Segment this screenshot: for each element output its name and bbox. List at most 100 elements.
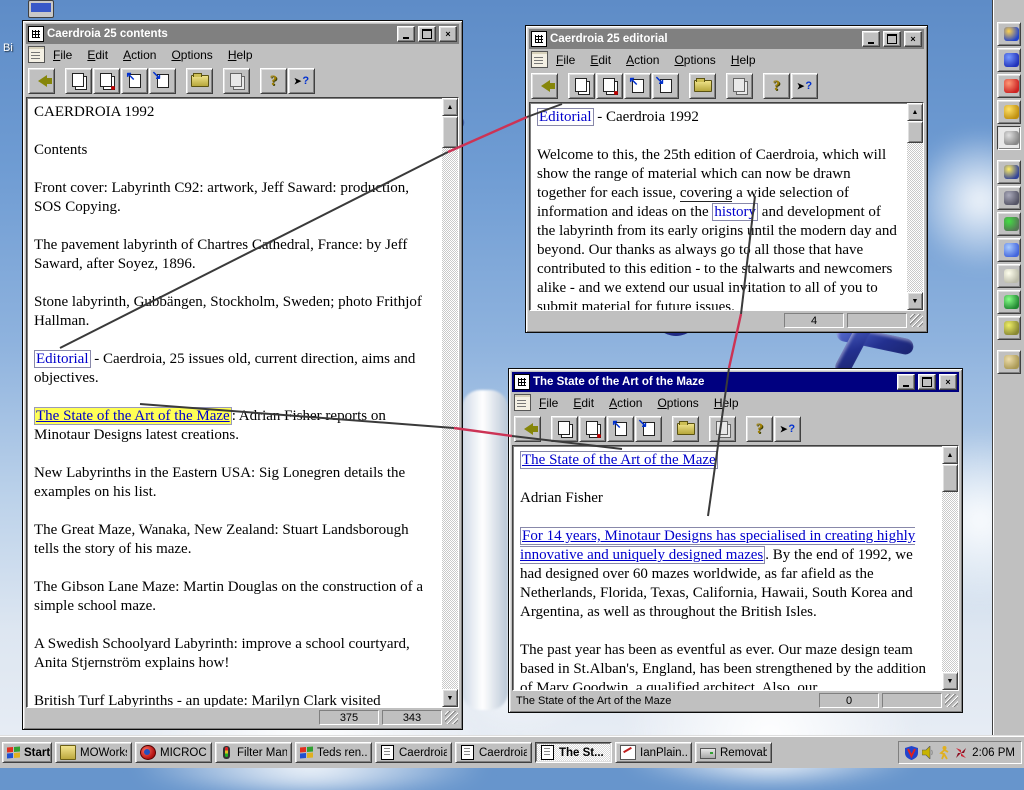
- copy-button[interactable]: [726, 73, 753, 99]
- close-button[interactable]: ×: [904, 31, 922, 47]
- resize-grip[interactable]: [910, 314, 923, 327]
- open-folder-button[interactable]: [186, 68, 213, 94]
- bulb-question-shortcut-button[interactable]: [997, 100, 1021, 124]
- back-button[interactable]: [28, 68, 55, 94]
- history-link[interactable]: history: [712, 203, 759, 221]
- guide-doc-icon[interactable]: [531, 31, 547, 47]
- accessibility-icon[interactable]: [939, 745, 950, 760]
- copy-button[interactable]: [709, 416, 736, 442]
- editorial-link[interactable]: Editorial: [34, 350, 91, 368]
- binoculars-shortcut-button[interactable]: [997, 48, 1021, 72]
- partially-hidden-desktop-icon[interactable]: [28, 0, 54, 20]
- guide-doc-icon[interactable]: [28, 26, 44, 42]
- scroll-down-icon[interactable]: ▼: [442, 689, 458, 707]
- taskbar-button-ianplain[interactable]: IanPlain...: [615, 742, 692, 763]
- link-out-button[interactable]: [149, 68, 176, 94]
- taskbar-button-moworks[interactable]: MOWorks: [55, 742, 132, 763]
- resize-grip[interactable]: [445, 711, 458, 724]
- vertical-scrollbar[interactable]: ▲ ▼: [907, 103, 923, 310]
- minimize-button[interactable]: [397, 26, 415, 42]
- copy-pages-button[interactable]: [568, 73, 595, 99]
- menu-item-action[interactable]: Action: [123, 48, 156, 62]
- menu-item-edit[interactable]: Edit: [573, 396, 594, 410]
- minimize-button[interactable]: [897, 374, 915, 390]
- scrollbar-track[interactable]: [442, 148, 458, 689]
- close-button[interactable]: ×: [939, 374, 957, 390]
- scrollbar-thumb[interactable]: [907, 121, 923, 143]
- pinwheel-icon[interactable]: [954, 746, 968, 760]
- state-of-art-link[interactable]: The State of the Art of the Maze: [34, 407, 232, 425]
- link-in-button[interactable]: [624, 73, 651, 99]
- close-button[interactable]: ×: [439, 26, 457, 42]
- menu-item-file[interactable]: File: [539, 396, 558, 410]
- antivirus-shield-icon[interactable]: [905, 745, 919, 760]
- copy-pages-button[interactable]: [551, 416, 578, 442]
- disk-blue-shortcut-button[interactable]: [997, 160, 1021, 184]
- menu-item-options[interactable]: Options: [674, 53, 715, 67]
- taskbar-button-microc[interactable]: MICROC...: [135, 742, 212, 763]
- context-help-button[interactable]: ?: [791, 73, 818, 99]
- menu-item-options[interactable]: Options: [171, 48, 212, 62]
- help-button[interactable]: ?: [746, 416, 773, 442]
- taskbar-button-removab[interactable]: Removab...: [695, 742, 772, 763]
- state-of-art-link[interactable]: The State of the Art of the Maze: [520, 451, 718, 469]
- document-icon[interactable]: [531, 51, 548, 68]
- menu-item-help[interactable]: Help: [228, 48, 253, 62]
- scrollbar-track[interactable]: [942, 492, 958, 672]
- document-icon[interactable]: [514, 394, 531, 411]
- taskbar-button-the-st[interactable]: The St...: [535, 742, 612, 763]
- guide-doc-icon[interactable]: [514, 374, 530, 390]
- help-button[interactable]: ?: [260, 68, 287, 94]
- vertical-scrollbar[interactable]: ▲ ▼: [442, 98, 458, 707]
- maximize-button[interactable]: [418, 26, 436, 42]
- menu-item-help[interactable]: Help: [731, 53, 756, 67]
- link-in-button[interactable]: [121, 68, 148, 94]
- taskbar-button-teds-ren[interactable]: Teds ren...: [295, 742, 372, 763]
- menu-item-action[interactable]: Action: [626, 53, 659, 67]
- menu-item-options[interactable]: Options: [657, 396, 698, 410]
- context-help-button[interactable]: ?: [288, 68, 315, 94]
- back-button[interactable]: [531, 73, 558, 99]
- menu-item-help[interactable]: Help: [714, 396, 739, 410]
- menu-item-file[interactable]: File: [556, 53, 575, 67]
- back-button[interactable]: [514, 416, 541, 442]
- titlebar[interactable]: Caerdroia 25 editorial ×: [529, 29, 924, 49]
- replace-pages-button[interactable]: [596, 73, 623, 99]
- titlebar[interactable]: Caerdroia 25 contents ×: [26, 24, 459, 44]
- scroll-down-icon[interactable]: ▼: [942, 672, 958, 690]
- taskbar-button-caerdroia[interactable]: Caerdroia...: [375, 742, 452, 763]
- vertical-scrollbar[interactable]: ▲ ▼: [942, 446, 958, 690]
- scrollbar-thumb[interactable]: [942, 464, 958, 492]
- menu-item-edit[interactable]: Edit: [87, 48, 108, 62]
- plug-shortcut-button[interactable]: [997, 126, 1021, 150]
- link-in-button[interactable]: [607, 416, 634, 442]
- maximize-button[interactable]: [918, 374, 936, 390]
- menu-item-action[interactable]: Action: [609, 396, 642, 410]
- scroll-down-icon[interactable]: ▼: [907, 292, 923, 310]
- taskbar-button-filter-man[interactable]: Filter Man...: [215, 742, 292, 763]
- scroll-up-icon[interactable]: ▲: [942, 446, 958, 464]
- maximize-button[interactable]: [883, 31, 901, 47]
- scrollbar-thumb[interactable]: [442, 116, 458, 148]
- menu-item-edit[interactable]: Edit: [590, 53, 611, 67]
- open-folder-button[interactable]: [689, 73, 716, 99]
- taskbar-button-caerdroia[interactable]: Caerdroia...: [455, 742, 532, 763]
- link-out-button[interactable]: [635, 416, 662, 442]
- editorial-link[interactable]: Editorial: [537, 108, 594, 126]
- resize-grip[interactable]: [945, 694, 958, 707]
- disk-yellow-shortcut-button[interactable]: [997, 316, 1021, 340]
- scroll-up-icon[interactable]: ▲: [442, 98, 458, 116]
- link-out-button[interactable]: [652, 73, 679, 99]
- wallet-shortcut-button[interactable]: [997, 350, 1021, 374]
- open-folder-button[interactable]: [672, 416, 699, 442]
- scroll-up-icon[interactable]: ▲: [907, 103, 923, 121]
- help-button[interactable]: ?: [763, 73, 790, 99]
- notes-shortcut-button[interactable]: [997, 290, 1021, 314]
- speaker-icon[interactable]: [922, 746, 935, 759]
- menu-item-file[interactable]: File: [53, 48, 72, 62]
- stapler-shortcut-button[interactable]: [997, 74, 1021, 98]
- document-icon[interactable]: [28, 46, 45, 63]
- copy-pages-button[interactable]: [65, 68, 92, 94]
- scrollbar-track[interactable]: [907, 143, 923, 292]
- disk-sync-shortcut-button[interactable]: [997, 212, 1021, 236]
